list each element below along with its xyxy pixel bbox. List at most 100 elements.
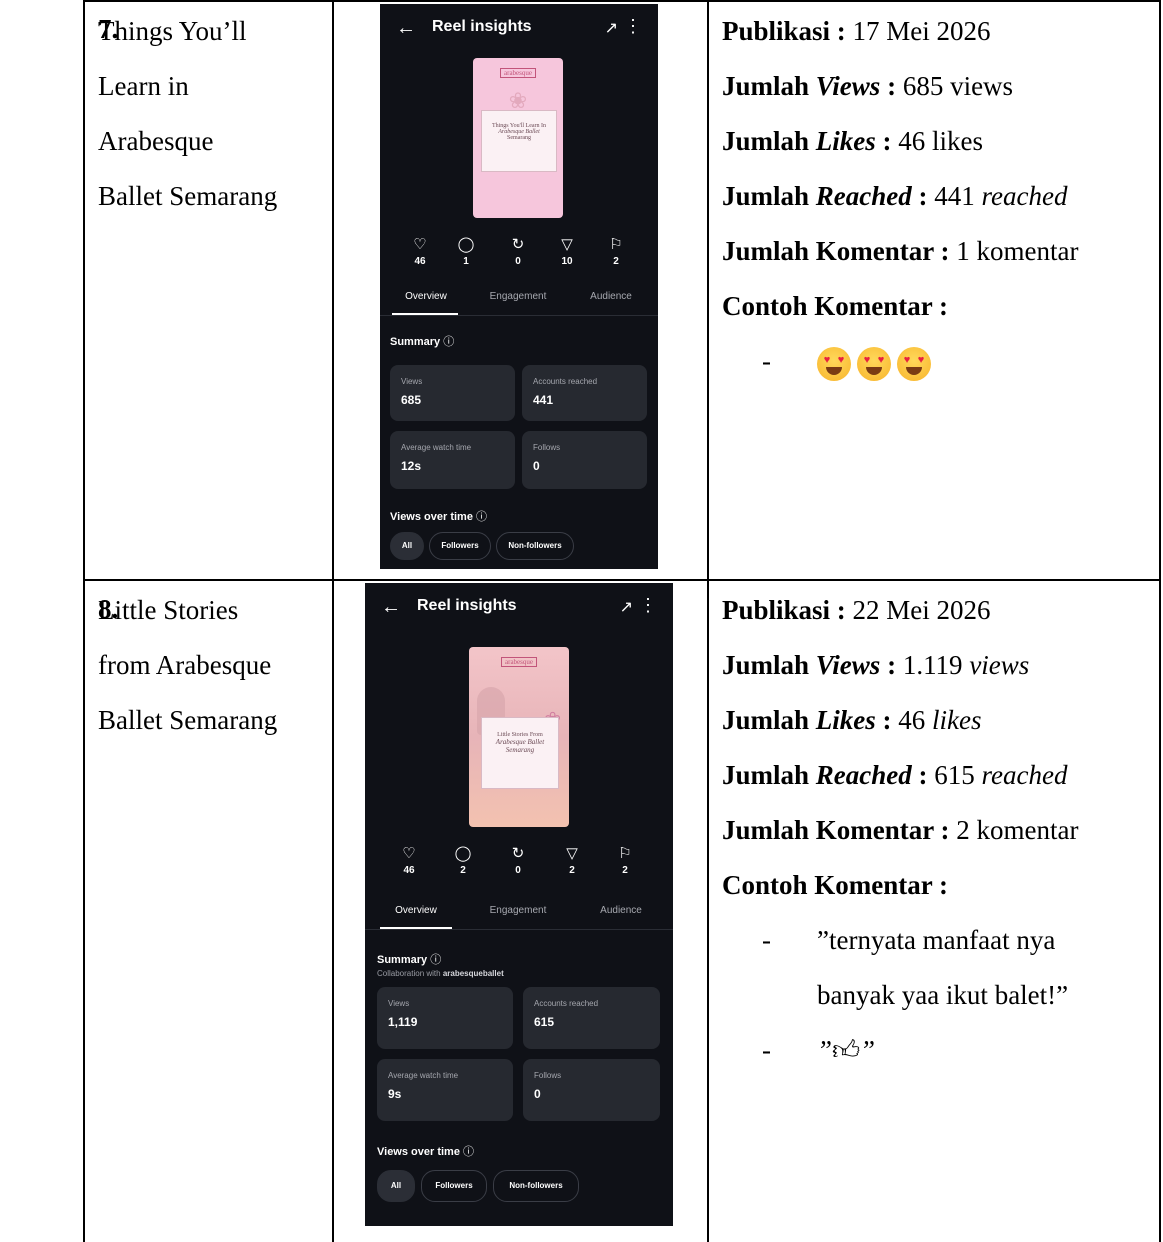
thumbnail-logo: arabesque [501,657,537,667]
likes-line: Jumlah Likes : 46 likes [722,705,982,735]
repost-icon: ↻ 0 [511,236,525,267]
stat-card-reached: Accounts reached 441 [522,365,647,421]
views-over-time-title: Views over time ⓘ [377,1146,475,1158]
share-icon: ▽ 10 [561,236,573,267]
table-border-right [1159,0,1161,1242]
comment-item: - ”👍︎” [722,1023,1078,1078]
comment-icon: ◯ 1 [457,236,475,267]
filter-non-followers[interactable]: Non-followers [493,1170,579,1202]
info-icon: ⓘ [463,1146,475,1158]
heart-eyes-emoji-icon: ♥ ♥ [817,346,851,381]
thumbnail-logo: arabesque [500,68,536,78]
title-line: Ballet Semarang [98,181,278,211]
reel-insights-screenshot: ← Reel insights ↗ ⋮ arabesque ❀ Things Y… [380,4,658,569]
reel-thumbnail[interactable]: arabesque ❀ Things You'll Learn In Arabe… [473,58,563,218]
stat-card-views: Views 1,119 [377,987,513,1049]
back-arrow-icon[interactable]: ← [381,596,401,619]
summary-title: Summary ⓘ [377,954,442,966]
thumbnail-card: Things You'll Learn In Arabesque Ballet … [481,110,557,172]
active-tab-indicator [380,927,452,929]
reel-insights-screenshot: ← Reel insights ↗ ⋮ arabesque ❀ Little S… [365,583,673,1226]
thumbnail-text: Arabesque Ballet [495,738,545,746]
thumbnail-text: Semarang [507,135,531,141]
filter-all[interactable]: All [390,532,424,560]
more-options-icon[interactable]: ⋮ [624,16,642,37]
info-icon: ⓘ [443,336,455,348]
insights-header: ← Reel insights ↗ ⋮ [380,4,658,54]
reel-title: Things You’ll Learn in Arabesque Ballet … [98,4,277,224]
title-line: Things You’ll [98,16,247,46]
trend-icon[interactable]: ↗ [620,597,633,617]
header-title: Reel insights [432,18,532,35]
contoh-komentar-line: Contoh Komentar : [722,291,948,321]
header-title: Reel insights [417,597,517,614]
filter-non-followers[interactable]: Non-followers [496,532,574,560]
contoh-komentar-line: Contoh Komentar : [722,870,948,900]
publikasi-line: Publikasi : 17 Mei 2026 [722,16,991,46]
filter-followers[interactable]: Followers [429,532,491,560]
title-line: from Arabesque [98,650,272,680]
tab-audience[interactable]: Audience [600,905,642,916]
insights-header: ← Reel insights ↗ ⋮ [365,583,673,633]
repost-icon: ↻ 0 [511,845,525,876]
table-row-separator [83,579,1161,581]
save-icon: ⚐ 2 [609,236,623,267]
comment-item-continued: banyak yaa ikut balet!” [817,980,1069,1010]
filter-followers[interactable]: Followers [421,1170,487,1202]
reel-title: Little Stories from Arabesque Ballet Sem… [98,583,277,748]
likes-line: Jumlah Likes : 46 likes [722,126,984,156]
share-icon: ▽ 2 [566,845,578,876]
stat-card-reached: Accounts reached 615 [523,987,660,1049]
save-icon: ⚐ 2 [618,845,632,876]
table-divider-1 [332,0,334,1242]
stat-card-watch-time: Average watch time 12s [390,431,515,489]
tab-overview[interactable]: Overview [405,291,447,302]
tab-engagement[interactable]: Engagement [490,905,547,916]
table-border-left [83,0,85,1242]
table-row-top [83,0,1161,2]
insights-tabs: Overview Engagement Audience [365,905,673,930]
more-options-icon[interactable]: ⋮ [639,595,657,616]
reached-line: Jumlah Reached : 441 reached [722,181,1068,211]
stat-card-watch-time: Average watch time 9s [377,1059,513,1121]
back-arrow-icon[interactable]: ← [396,17,416,40]
info-icon: ⓘ [430,954,442,966]
komentar-line: Jumlah Komentar : 2 komentar [722,815,1079,845]
stat-card-follows: Follows 0 [522,431,647,489]
komentar-line: Jumlah Komentar : 1 komentar [722,236,1079,266]
active-tab-indicator [392,313,458,315]
collaboration-note: Collaboration with arabesqueballet [377,969,504,978]
filter-all[interactable]: All [377,1170,415,1202]
heart-eyes-emoji-icon: ♥ ♥ [857,346,891,381]
thumbnail-card: Little Stories From Arabesque Ballet Sem… [481,717,559,789]
reel-metrics: Publikasi : 17 Mei 2026 Jumlah Views : 6… [722,4,1078,389]
bow-icon: ❀ [508,88,528,113]
publikasi-line: Publikasi : 22 Mei 2026 [722,595,991,625]
views-over-time-title: Views over time ⓘ [390,511,488,523]
thumbs-up-icon: 👍︎ [832,1035,861,1065]
comment-item: - ♥ ♥ ♥ ♥ ♥ ♥ [722,334,1078,389]
reel-thumbnail[interactable]: arabesque ❀ Little Stories From Arabesqu… [469,647,569,827]
trend-icon[interactable]: ↗ [605,18,618,38]
stat-card-follows: Follows 0 [523,1059,660,1121]
stat-card-views: Views 685 [390,365,515,421]
title-line: Little Stories [98,595,239,625]
comment-icon: ◯ 2 [454,845,472,876]
summary-title: Summary ⓘ [390,336,455,348]
views-line: Jumlah Views : 685 views [722,71,1014,101]
tab-audience[interactable]: Audience [590,291,632,302]
thumbnail-text: Semarang [505,746,535,754]
reached-line: Jumlah Reached : 615 reached [722,760,1068,790]
tab-overview[interactable]: Overview [395,905,437,916]
tab-engagement[interactable]: Engagement [490,291,547,302]
heart-eyes-emoji-icon: ♥ ♥ [897,346,931,381]
heart-icon: ♡ 46 [413,236,427,267]
info-icon: ⓘ [476,511,488,523]
insights-tabs: Overview Engagement Audience [380,289,658,316]
views-line: Jumlah Views : 1.119 views [722,650,1030,680]
title-line: Learn in [98,71,189,101]
heart-icon: ♡ 46 [402,845,416,876]
reel-metrics: Publikasi : 22 Mei 2026 Jumlah Views : 1… [722,583,1078,1078]
title-line: Ballet Semarang [98,705,278,735]
title-line: Arabesque [98,126,214,156]
